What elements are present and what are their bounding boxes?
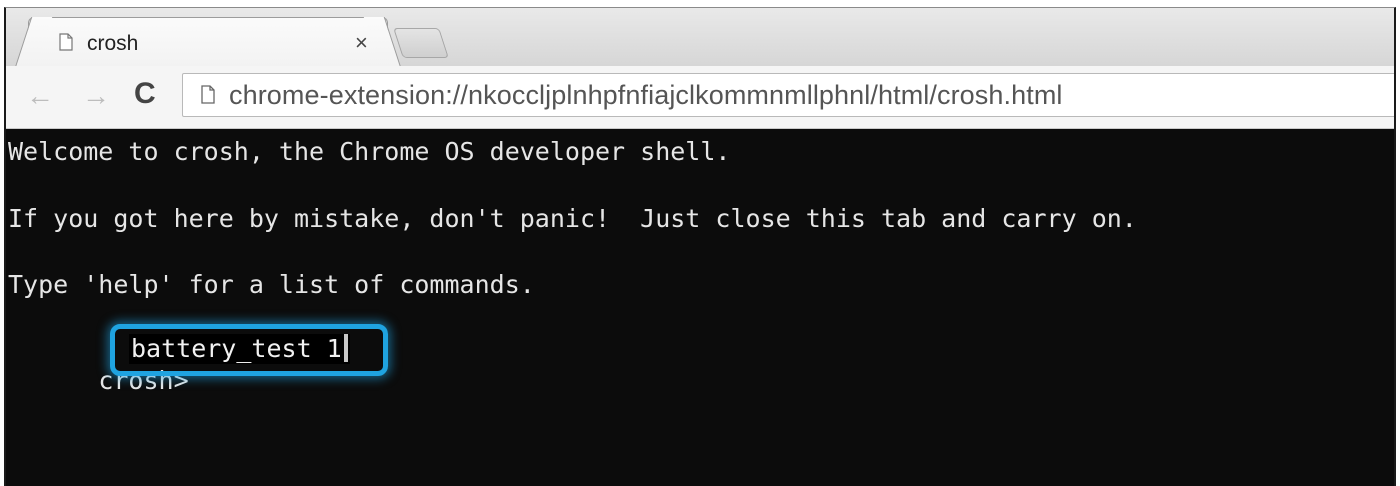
terminal-line: Welcome to crosh, the Chrome OS develope… [8, 137, 731, 166]
tab-title: crosh [87, 32, 139, 55]
close-icon[interactable]: × [355, 30, 368, 56]
tab-crosh[interactable]: crosh × [28, 17, 388, 67]
address-bar[interactable]: chrome-extension://nkoccljplnhpfnfiajclk… [182, 73, 1394, 117]
back-arrow-icon[interactable]: ← [26, 82, 54, 110]
page-icon [201, 85, 215, 104]
toolbar: ← → C chrome-extension://nkoccljplnhpfnf… [6, 66, 1394, 129]
terminal-line: If you got here by mistake, don't panic!… [8, 204, 1137, 233]
forward-arrow-icon[interactable]: → [82, 82, 110, 110]
command-highlight: battery_test 1 [110, 324, 388, 376]
page-icon [59, 33, 73, 51]
command-input[interactable]: battery_test 1 [129, 334, 350, 364]
new-tab-button[interactable] [393, 28, 449, 58]
terminal[interactable]: Welcome to crosh, the Chrome OS develope… [6, 129, 1394, 486]
text-cursor [343, 334, 348, 362]
browser-window: crosh × ← → C chrome-extension://nkocclj… [4, 7, 1396, 486]
reload-icon[interactable]: C [134, 79, 156, 109]
terminal-line: Type 'help' for a list of commands. [8, 270, 535, 299]
tab-strip: crosh × [6, 8, 1394, 67]
url-text[interactable]: chrome-extension://nkoccljplnhpfnfiajclk… [229, 80, 1063, 111]
command-text: battery_test 1 [131, 334, 342, 363]
